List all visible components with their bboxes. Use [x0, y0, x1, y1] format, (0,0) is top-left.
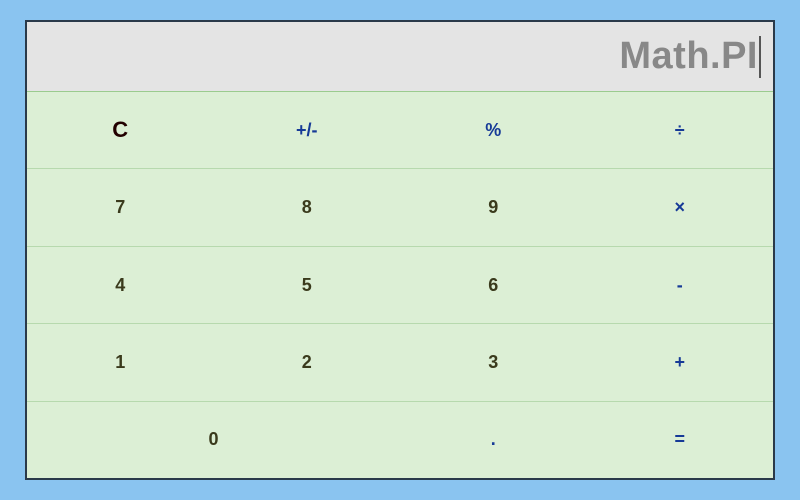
key-3[interactable]: 3 [400, 324, 587, 400]
clear-button[interactable]: C [27, 92, 214, 168]
key-7[interactable]: 7 [27, 169, 214, 245]
row-4: 1 2 3 + [27, 323, 773, 400]
row-5: 0 . = [27, 401, 773, 478]
multiply-button[interactable]: × [587, 169, 774, 245]
plus-button[interactable]: + [587, 324, 774, 400]
key-6[interactable]: 6 [400, 247, 587, 323]
sign-button[interactable]: +/- [214, 92, 401, 168]
key-4[interactable]: 4 [27, 247, 214, 323]
cursor-icon [759, 36, 761, 78]
calculator: Math.PI C +/- % ÷ 7 8 9 × 4 5 6 - 1 2 3 … [25, 20, 775, 480]
keypad: C +/- % ÷ 7 8 9 × 4 5 6 - 1 2 3 + 0 . = [27, 92, 773, 478]
display[interactable]: Math.PI [27, 22, 773, 92]
key-2[interactable]: 2 [214, 324, 401, 400]
equals-button[interactable]: = [587, 402, 774, 478]
decimal-button[interactable]: . [400, 402, 587, 478]
percent-button[interactable]: % [400, 92, 587, 168]
divide-button[interactable]: ÷ [587, 92, 774, 168]
key-1[interactable]: 1 [27, 324, 214, 400]
key-9[interactable]: 9 [400, 169, 587, 245]
row-2: 7 8 9 × [27, 168, 773, 245]
row-1: C +/- % ÷ [27, 92, 773, 168]
key-5[interactable]: 5 [214, 247, 401, 323]
key-0[interactable]: 0 [27, 402, 400, 478]
row-3: 4 5 6 - [27, 246, 773, 323]
minus-button[interactable]: - [587, 247, 774, 323]
key-8[interactable]: 8 [214, 169, 401, 245]
display-value: Math.PI [619, 35, 758, 78]
